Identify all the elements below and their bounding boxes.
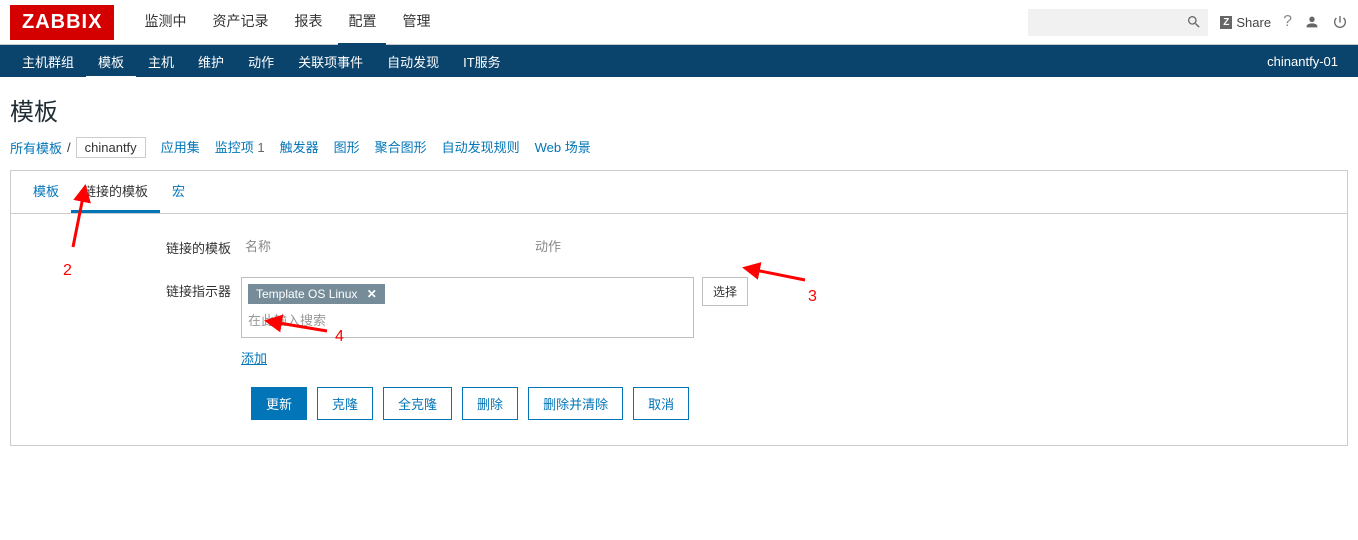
select-button[interactable]: 选择 <box>702 277 748 306</box>
label-link-indicator: 链接指示器 <box>21 277 241 300</box>
top-menu: 监测中 资产记录 报表 配置 管理 <box>134 0 440 46</box>
power-icon[interactable] <box>1332 14 1348 30</box>
share-button[interactable]: Z Share <box>1220 15 1271 30</box>
sub-nav-templates[interactable]: 模板 <box>86 44 136 79</box>
top-right: Z Share ? <box>1028 9 1348 36</box>
user-icon[interactable] <box>1304 14 1320 30</box>
sub-nav-itservices[interactable]: IT服务 <box>451 44 513 79</box>
search-icon[interactable] <box>1186 14 1202 30</box>
tab-linked-templates[interactable]: 链接的模板 <box>71 171 160 213</box>
form-area: 链接的模板 名称 动作 链接指示器 Template OS Linux ✕ <box>11 214 1347 445</box>
row-linked-templates: 链接的模板 名称 动作 <box>21 234 1337 257</box>
logo: ZABBIX <box>10 5 114 40</box>
cancel-button[interactable]: 取消 <box>633 387 689 420</box>
linked-header: 名称 动作 <box>241 234 769 257</box>
breadcrumb-separator: / <box>67 140 71 155</box>
bc-web-scenarios[interactable]: Web 场景 <box>535 137 591 158</box>
bc-screens[interactable]: 聚合图形 <box>375 137 427 158</box>
help-icon[interactable]: ? <box>1283 13 1292 31</box>
linked-header-name: 名称 <box>241 234 531 257</box>
breadcrumb-current: chinantfy <box>76 137 146 158</box>
top-nav: ZABBIX 监测中 资产记录 报表 配置 管理 Z Share ? <box>0 0 1358 45</box>
page-title: 模板 <box>10 92 1348 127</box>
share-z-icon: Z <box>1220 16 1232 29</box>
bc-discovery-rules[interactable]: 自动发现规则 <box>442 137 520 158</box>
search-input[interactable] <box>1028 9 1208 36</box>
update-button[interactable]: 更新 <box>251 387 307 420</box>
card-tabs: 模板 链接的模板 宏 <box>11 171 1347 214</box>
chip-template-os-linux: Template OS Linux ✕ <box>248 284 385 304</box>
content-card: 模板 链接的模板 宏 链接的模板 名称 动作 链接指示器 Template OS… <box>10 170 1348 446</box>
breadcrumb: 所有模板 / chinantfy 应用集 监控项 1 触发器 图形 聚合图形 自… <box>0 137 1358 170</box>
sub-nav: 主机群组 模板 主机 维护 动作 关联项事件 自动发现 IT服务 chinant… <box>0 45 1358 77</box>
sub-nav-discovery[interactable]: 自动发现 <box>375 44 451 79</box>
full-clone-button[interactable]: 全克隆 <box>383 387 452 420</box>
sub-nav-actions[interactable]: 动作 <box>236 44 286 79</box>
add-link[interactable]: 添加 <box>241 348 267 367</box>
chip-remove-icon[interactable]: ✕ <box>367 287 377 301</box>
chip-label: Template OS Linux <box>256 287 357 301</box>
share-label: Share <box>1236 15 1271 30</box>
sub-nav-correlation[interactable]: 关联项事件 <box>286 44 375 79</box>
multiselect-placeholder[interactable]: 在此输入搜索 <box>246 306 689 333</box>
top-menu-reports[interactable]: 报表 <box>284 0 332 46</box>
label-linked-templates: 链接的模板 <box>21 234 241 257</box>
search-wrap <box>1028 9 1208 36</box>
breadcrumb-path: 所有模板 / chinantfy <box>10 137 146 158</box>
sub-nav-hostname: chinantfy-01 <box>1267 54 1348 69</box>
top-menu-configuration[interactable]: 配置 <box>338 0 386 46</box>
sub-nav-hostgroups[interactable]: 主机群组 <box>10 44 86 79</box>
sub-nav-maintenance[interactable]: 维护 <box>186 44 236 79</box>
top-menu-monitoring[interactable]: 监测中 <box>134 0 196 46</box>
top-menu-inventory[interactable]: 资产记录 <box>202 0 278 46</box>
clone-button[interactable]: 克隆 <box>317 387 373 420</box>
bc-items[interactable]: 监控项 1 <box>215 137 265 158</box>
tab-template[interactable]: 模板 <box>21 171 71 213</box>
bc-applications[interactable]: 应用集 <box>161 137 200 158</box>
bc-triggers[interactable]: 触发器 <box>280 137 319 158</box>
delete-clear-button[interactable]: 删除并清除 <box>528 387 623 420</box>
row-link-indicator: 链接指示器 Template OS Linux ✕ 在此输入搜索 选择 添加 <box>21 277 1337 367</box>
multiselect-templates[interactable]: Template OS Linux ✕ 在此输入搜索 <box>241 277 694 338</box>
delete-button[interactable]: 删除 <box>462 387 518 420</box>
bc-graphs[interactable]: 图形 <box>334 137 360 158</box>
linked-header-action: 动作 <box>531 234 565 257</box>
top-menu-administration[interactable]: 管理 <box>392 0 440 46</box>
sub-nav-hosts[interactable]: 主机 <box>136 44 186 79</box>
tab-macros[interactable]: 宏 <box>160 171 197 213</box>
page-header: 模板 <box>0 77 1358 137</box>
button-row: 更新 克隆 全克隆 删除 删除并清除 取消 <box>251 387 1337 420</box>
breadcrumb-all-templates[interactable]: 所有模板 <box>10 138 62 157</box>
